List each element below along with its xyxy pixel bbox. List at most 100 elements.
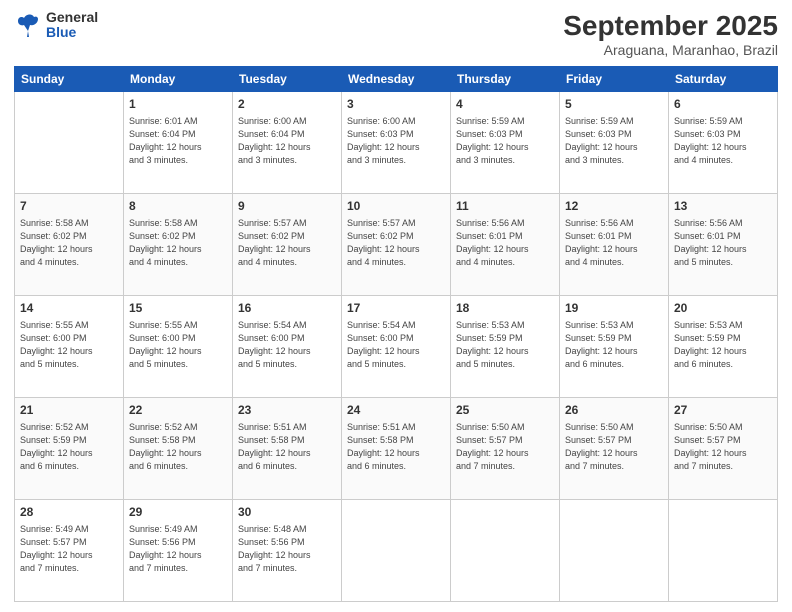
table-row: 14 Sunrise: 5:55 AMSunset: 6:00 PMDayligh… (15, 296, 124, 398)
calendar-table: Sunday Monday Tuesday Wednesday Thursday… (14, 66, 778, 602)
table-row: 23Sunrise: 5:51 AMSunset: 5:58 PMDayligh… (233, 398, 342, 500)
day-number: 12 (565, 198, 663, 215)
table-row: 10Sunrise: 5:57 AMSunset: 6:02 PMDayligh… (342, 194, 451, 296)
table-row: 5 Sunrise: 5:59 AMSunset: 6:03 PMDaylight… (560, 92, 669, 194)
day-number: 17 (347, 300, 445, 317)
day-info: Sunrise: 5:56 AMSunset: 6:01 PMDaylight:… (456, 217, 554, 269)
day-number: 23 (238, 402, 336, 419)
day-number: 5 (565, 96, 663, 113)
day-info: Sunrise: 5:57 AMSunset: 6:02 PMDaylight:… (238, 217, 336, 269)
logo-blue: Blue (46, 25, 98, 40)
day-number: 19 (565, 300, 663, 317)
table-row: 18Sunrise: 5:53 AMSunset: 5:59 PMDayligh… (451, 296, 560, 398)
day-info: Sunrise: 5:53 AMSunset: 5:59 PMDaylight:… (565, 319, 663, 371)
day-info: Sunrise: 5:54 AMSunset: 6:00 PMDaylight:… (238, 319, 336, 371)
logo: General Blue (14, 10, 98, 41)
table-row: 25 Sunrise: 5:50 AMSunset: 5:57 PMDayligh… (451, 398, 560, 500)
day-info: Sunrise: 5:55 AMSunset: 6:00 PMDaylight:… (129, 319, 227, 371)
day-info: Sunrise: 5:59 AMSunset: 6:03 PMDaylight:… (565, 115, 663, 167)
day-info: Sunrise: 5:52 AMSunset: 5:59 PMDaylight:… (20, 421, 118, 473)
day-info: Sunrise: 5:53 AMSunset: 5:59 PMDaylight:… (674, 319, 772, 371)
day-number: 28 (20, 504, 118, 521)
col-sunday: Sunday (15, 67, 124, 92)
day-info: Sunrise: 5:55 AMSunset: 6:00 PMDaylight:… (20, 319, 118, 371)
day-info: Sunrise: 5:49 AMSunset: 5:56 PMDaylight:… (129, 523, 227, 575)
calendar-week-row: 7 Sunrise: 5:58 AMSunset: 6:02 PMDaylight… (15, 194, 778, 296)
table-row: 4 Sunrise: 5:59 AMSunset: 6:03 PMDaylight… (451, 92, 560, 194)
table-row: 26 Sunrise: 5:50 AMSunset: 5:57 PMDayligh… (560, 398, 669, 500)
col-tuesday: Tuesday (233, 67, 342, 92)
day-info: Sunrise: 5:50 AMSunset: 5:57 PMDaylight:… (565, 421, 663, 473)
day-info: Sunrise: 5:53 AMSunset: 5:59 PMDaylight:… (456, 319, 554, 371)
table-row: 29 Sunrise: 5:49 AMSunset: 5:56 PMDayligh… (124, 500, 233, 602)
table-row: 8 Sunrise: 5:58 AMSunset: 6:02 PMDaylight… (124, 194, 233, 296)
day-number: 24 (347, 402, 445, 419)
month-title: September 2025 (563, 10, 778, 42)
day-number: 29 (129, 504, 227, 521)
day-info: Sunrise: 5:51 AMSunset: 5:58 PMDaylight:… (347, 421, 445, 473)
day-number: 30 (238, 504, 336, 521)
table-row (342, 500, 451, 602)
table-row: 9Sunrise: 5:57 AMSunset: 6:02 PMDaylight… (233, 194, 342, 296)
table-row: 19 Sunrise: 5:53 AMSunset: 5:59 PMDayligh… (560, 296, 669, 398)
day-info: Sunrise: 6:00 AMSunset: 6:04 PMDaylight:… (238, 115, 336, 167)
day-info: Sunrise: 5:49 AMSunset: 5:57 PMDaylight:… (20, 523, 118, 575)
day-number: 4 (456, 96, 554, 113)
table-row: 6 Sunrise: 5:59 AMSunset: 6:03 PMDaylight… (669, 92, 778, 194)
day-number: 15 (129, 300, 227, 317)
day-info: Sunrise: 5:59 AMSunset: 6:03 PMDaylight:… (456, 115, 554, 167)
day-info: Sunrise: 5:52 AMSunset: 5:58 PMDaylight:… (129, 421, 227, 473)
day-number: 27 (674, 402, 772, 419)
day-number: 21 (20, 402, 118, 419)
table-row (451, 500, 560, 602)
day-info: Sunrise: 5:50 AMSunset: 5:57 PMDaylight:… (456, 421, 554, 473)
logo-general: General (46, 10, 98, 25)
table-row: 24 Sunrise: 5:51 AMSunset: 5:58 PMDayligh… (342, 398, 451, 500)
day-number: 11 (456, 198, 554, 215)
table-row: 21 Sunrise: 5:52 AMSunset: 5:59 PMDayligh… (15, 398, 124, 500)
day-number: 26 (565, 402, 663, 419)
table-row: 15 Sunrise: 5:55 AMSunset: 6:00 PMDayligh… (124, 296, 233, 398)
table-row: 13 Sunrise: 5:56 AMSunset: 6:01 PMDayligh… (669, 194, 778, 296)
calendar-header-row: Sunday Monday Tuesday Wednesday Thursday… (15, 67, 778, 92)
table-row: 30 Sunrise: 5:48 AMSunset: 5:56 PMDayligh… (233, 500, 342, 602)
day-info: Sunrise: 6:01 AMSunset: 6:04 PMDaylight:… (129, 115, 227, 167)
table-row: 3Sunrise: 6:00 AMSunset: 6:03 PMDaylight… (342, 92, 451, 194)
table-row: 28 Sunrise: 5:49 AMSunset: 5:57 PMDayligh… (15, 500, 124, 602)
title-area: September 2025 Araguana, Maranhao, Brazi… (563, 10, 778, 58)
day-number: 6 (674, 96, 772, 113)
calendar-week-row: 14 Sunrise: 5:55 AMSunset: 6:00 PMDayligh… (15, 296, 778, 398)
table-row: 20 Sunrise: 5:53 AMSunset: 5:59 PMDayligh… (669, 296, 778, 398)
table-row: 16Sunrise: 5:54 AMSunset: 6:00 PMDayligh… (233, 296, 342, 398)
day-number: 14 (20, 300, 118, 317)
day-number: 7 (20, 198, 118, 215)
day-number: 22 (129, 402, 227, 419)
table-row (669, 500, 778, 602)
day-number: 8 (129, 198, 227, 215)
logo-icon (14, 11, 42, 39)
day-info: Sunrise: 5:48 AMSunset: 5:56 PMDaylight:… (238, 523, 336, 575)
day-info: Sunrise: 6:00 AMSunset: 6:03 PMDaylight:… (347, 115, 445, 167)
table-row: 1Sunrise: 6:01 AMSunset: 6:04 PMDaylight… (124, 92, 233, 194)
day-number: 20 (674, 300, 772, 317)
day-info: Sunrise: 5:54 AMSunset: 6:00 PMDaylight:… (347, 319, 445, 371)
day-info: Sunrise: 5:58 AMSunset: 6:02 PMDaylight:… (20, 217, 118, 269)
table-row: 7 Sunrise: 5:58 AMSunset: 6:02 PMDaylight… (15, 194, 124, 296)
col-saturday: Saturday (669, 67, 778, 92)
day-info: Sunrise: 5:56 AMSunset: 6:01 PMDaylight:… (674, 217, 772, 269)
calendar-week-row: 21 Sunrise: 5:52 AMSunset: 5:59 PMDayligh… (15, 398, 778, 500)
day-info: Sunrise: 5:58 AMSunset: 6:02 PMDaylight:… (129, 217, 227, 269)
day-number: 2 (238, 96, 336, 113)
day-info: Sunrise: 5:50 AMSunset: 5:57 PMDaylight:… (674, 421, 772, 473)
calendar-week-row: 1Sunrise: 6:01 AMSunset: 6:04 PMDaylight… (15, 92, 778, 194)
col-friday: Friday (560, 67, 669, 92)
page: General Blue September 2025 Araguana, Ma… (0, 0, 792, 612)
table-row (15, 92, 124, 194)
day-info: Sunrise: 5:57 AMSunset: 6:02 PMDaylight:… (347, 217, 445, 269)
location-subtitle: Araguana, Maranhao, Brazil (563, 42, 778, 58)
day-info: Sunrise: 5:59 AMSunset: 6:03 PMDaylight:… (674, 115, 772, 167)
day-number: 13 (674, 198, 772, 215)
table-row: 11 Sunrise: 5:56 AMSunset: 6:01 PMDayligh… (451, 194, 560, 296)
table-row: 22 Sunrise: 5:52 AMSunset: 5:58 PMDayligh… (124, 398, 233, 500)
day-number: 25 (456, 402, 554, 419)
